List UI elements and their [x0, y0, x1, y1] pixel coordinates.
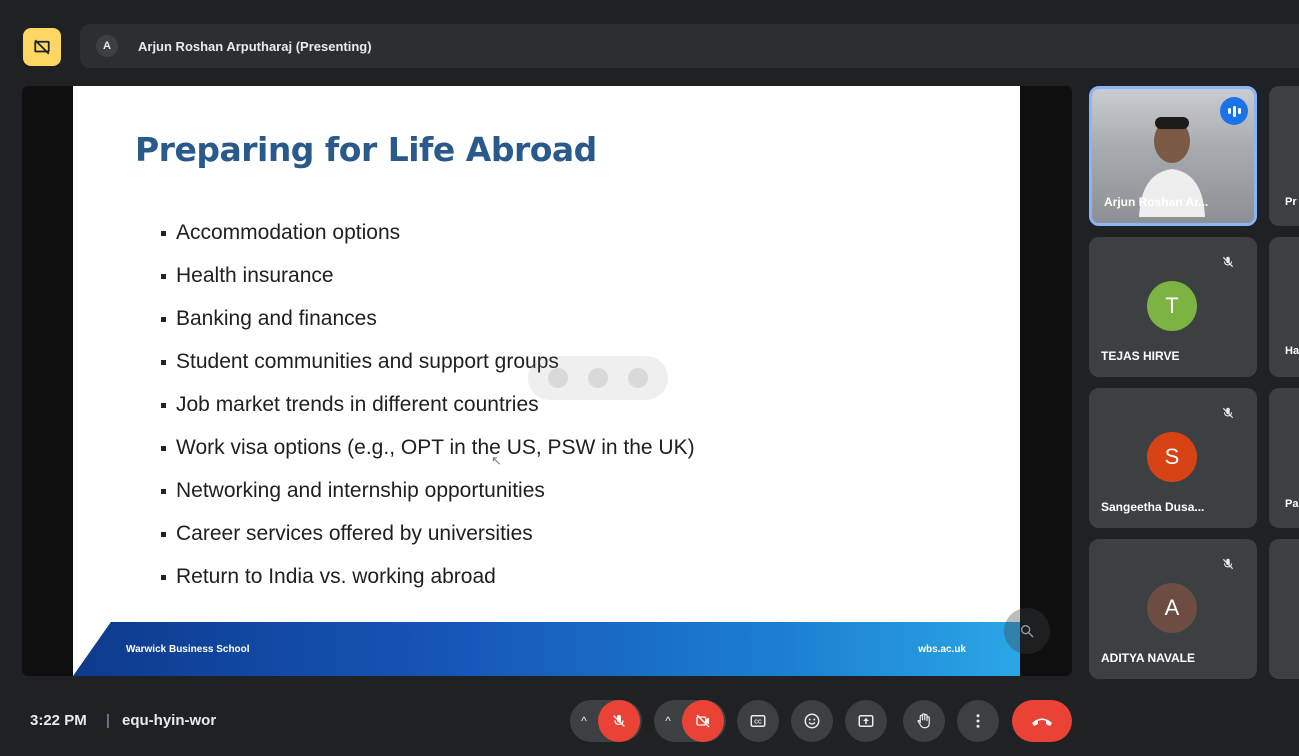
reactions-button[interactable] [791, 700, 833, 742]
meeting-time: 3:22 PM [30, 712, 87, 729]
bullet-marker [161, 231, 166, 236]
slide-footer-url: wbs.ac.uk [918, 644, 966, 655]
mic-off-icon [1219, 404, 1237, 422]
participant-tile-speaker[interactable]: Arjun Roshan Ar... [1089, 86, 1257, 226]
speaking-indicator-icon [1220, 97, 1248, 125]
more-vert-icon [976, 714, 980, 728]
slide-bullet: Networking and internship opportunities [161, 476, 695, 519]
captions-icon: CC [750, 715, 766, 727]
participant-name: Arjun Roshan Ar... [1104, 195, 1209, 209]
slide-bullet: Return to India vs. working abroad [161, 562, 695, 605]
participant-avatar: S [1147, 432, 1197, 482]
zoom-button[interactable] [1004, 608, 1050, 654]
slide: Preparing for Life Abroad Accommodation … [73, 86, 1020, 676]
end-call-icon [1032, 718, 1052, 726]
slide-title: Preparing for Life Abroad [135, 130, 597, 169]
mic-control-group: ^ [570, 700, 642, 742]
presenter-banner[interactable]: A Arjun Roshan Arputharaj (Presenting) [80, 24, 1299, 68]
bullet-marker [161, 489, 166, 494]
frame-icon[interactable] [588, 368, 608, 388]
presenter-label: Arjun Roshan Arputharaj (Presenting) [138, 38, 372, 54]
camera-off-icon [696, 714, 710, 728]
participant-avatar: A [1147, 583, 1197, 633]
slide-bullet: Accommodation options [161, 218, 695, 261]
meeting-code[interactable]: equ-hyin-wor [122, 712, 216, 729]
bullet-marker [161, 575, 166, 580]
bullet-marker [161, 274, 166, 279]
hand-icon [917, 713, 930, 729]
slide-footer-school: Warwick Business School [126, 644, 250, 655]
participant-tile[interactable]: A ADITYA NAVALE [1089, 539, 1257, 679]
participant-tile-partial[interactable] [1269, 539, 1299, 679]
bullet-marker [161, 403, 166, 408]
end-call-button[interactable] [1012, 700, 1072, 742]
participant-tile[interactable]: S Sangeetha Dusa... [1089, 388, 1257, 528]
bullet-marker [161, 317, 166, 322]
mic-off-icon [613, 715, 625, 727]
slide-bullet: Career services offered by universities [161, 519, 695, 562]
emoji-icon [804, 713, 820, 729]
more-options-button[interactable] [957, 700, 999, 742]
slide-bullet: Work visa options (e.g., OPT in the US, … [161, 433, 695, 476]
participant-tile-partial[interactable]: Ha [1269, 237, 1299, 377]
participant-name: ADITYA NAVALE [1101, 651, 1196, 665]
stop-presenting-button[interactable] [23, 28, 61, 66]
slide-bullet: Health insurance [161, 261, 695, 304]
bullet-marker [161, 446, 166, 451]
mic-off-icon [1219, 555, 1237, 573]
mic-button[interactable] [598, 700, 640, 742]
meeting-info-separator: | [106, 712, 110, 729]
pin-icon[interactable] [548, 368, 568, 388]
participant-name: TEJAS HIRVE [1101, 349, 1180, 363]
slide-bullet-list: Accommodation options Health insurance B… [161, 218, 695, 605]
presentation-off-icon [34, 39, 50, 55]
mic-off-icon [1219, 253, 1237, 271]
bottom-control-bar: 3:22 PM | equ-hyin-wor ^ ^ CC [0, 688, 1299, 756]
participant-tile-partial[interactable]: Pa [1269, 388, 1299, 528]
tile-hover-controls[interactable] [528, 356, 668, 400]
present-button[interactable] [845, 700, 887, 742]
more-vert-icon[interactable] [628, 368, 648, 388]
video-settings-chevron-icon[interactable]: ^ [654, 700, 682, 742]
camera-control-group: ^ [654, 700, 726, 742]
participant-avatar: T [1147, 281, 1197, 331]
bullet-marker [161, 360, 166, 365]
mouse-cursor-icon: ↖ [491, 453, 502, 468]
top-bar: A Arjun Roshan Arputharaj (Presenting) [0, 0, 1299, 80]
camera-button[interactable] [682, 700, 724, 742]
raise-hand-button[interactable] [903, 700, 945, 742]
bullet-marker [161, 532, 166, 537]
participant-tile[interactable]: T TEJAS HIRVE [1089, 237, 1257, 377]
slide-bullet: Banking and finances [161, 304, 695, 347]
participant-tile-partial[interactable]: Pr [1269, 86, 1299, 226]
present-screen-icon [858, 715, 874, 727]
audio-settings-chevron-icon[interactable]: ^ [570, 700, 598, 742]
slide-footer-banner: Warwick Business School wbs.ac.uk [73, 622, 1020, 676]
svg-text:CC: CC [754, 719, 762, 725]
presentation-stage[interactable]: Preparing for Life Abroad Accommodation … [22, 86, 1072, 676]
participant-name: Sangeetha Dusa... [1101, 500, 1205, 514]
zoom-icon [1021, 625, 1034, 638]
presenter-avatar: A [96, 35, 118, 57]
captions-button[interactable]: CC [737, 700, 779, 742]
